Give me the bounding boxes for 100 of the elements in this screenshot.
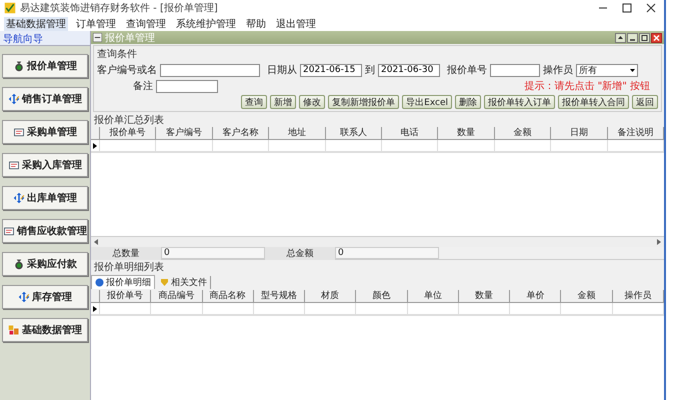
close-icon[interactable] xyxy=(646,3,656,13)
menu-item[interactable]: 退出管理 xyxy=(274,16,318,30)
table-cell[interactable] xyxy=(561,303,613,316)
table-cell[interactable] xyxy=(608,140,664,152)
field-label: 报价单号 xyxy=(447,64,487,77)
operator-dropdown[interactable]: 所有 xyxy=(576,64,638,76)
quote-number-field[interactable] xyxy=(490,64,540,76)
column-header[interactable]: 备注说明 xyxy=(608,127,664,140)
nav-button[interactable]: 报价单管理 xyxy=(2,54,88,78)
arrows-icon xyxy=(13,192,25,204)
table-cell[interactable] xyxy=(612,303,664,316)
collapse-icon[interactable] xyxy=(93,33,102,42)
form-icon xyxy=(3,225,15,237)
table-cell[interactable] xyxy=(408,303,459,316)
toolbar-button[interactable]: 查询 xyxy=(241,95,268,109)
column-header[interactable]: 单位 xyxy=(408,290,459,304)
table-cell[interactable] xyxy=(212,140,270,152)
menu-item[interactable]: 订单管理 xyxy=(74,16,118,30)
menu-item[interactable]: 系统维护管理 xyxy=(174,16,238,30)
column-header[interactable]: 单价 xyxy=(510,290,562,304)
child-window-title: 报价单管理 xyxy=(105,32,155,44)
menu-item[interactable]: 帮助 xyxy=(244,16,268,30)
maximize-icon[interactable] xyxy=(622,3,632,13)
nav-button[interactable]: 库存管理 xyxy=(2,285,88,309)
nav-button[interactable]: 采购单管理 xyxy=(2,120,88,144)
nav-button[interactable]: 销售应收款管理 xyxy=(2,219,88,243)
column-header[interactable]: 报价单号 xyxy=(100,127,156,140)
column-header[interactable]: 颜色 xyxy=(356,290,408,304)
column-header[interactable]: 数量 xyxy=(458,290,510,304)
table-cell[interactable] xyxy=(458,303,510,316)
table-cell[interactable] xyxy=(356,303,408,316)
toolbar-button[interactable]: 导出Excel xyxy=(402,95,452,109)
nav-button[interactable]: 采购入库管理 xyxy=(2,153,88,177)
table-cell[interactable] xyxy=(100,303,152,316)
app-logo-icon xyxy=(4,2,16,14)
toolbar-button[interactable]: 删除 xyxy=(455,95,481,109)
column-header[interactable]: 商品编号 xyxy=(151,290,203,304)
date-to-field[interactable]: 2021-06-30 xyxy=(378,64,440,76)
arrows-icon xyxy=(8,93,20,105)
column-header[interactable]: 客户编号 xyxy=(156,127,213,140)
table-cell[interactable] xyxy=(510,303,562,316)
blocks-icon xyxy=(8,324,20,336)
row-indicator[interactable] xyxy=(91,303,100,316)
column-header[interactable]: 操作员 xyxy=(612,290,664,304)
menu-item[interactable]: 基础数据管理 xyxy=(4,16,68,30)
toolbar-button[interactable]: 新增 xyxy=(270,95,296,109)
column-header[interactable]: 金额 xyxy=(494,127,552,140)
sidebar-title: 导航向导 xyxy=(0,31,90,46)
toolbar-button[interactable]: 复制新增报价单 xyxy=(328,95,400,109)
table-cell[interactable] xyxy=(202,303,254,316)
column-header[interactable]: 型号规格 xyxy=(254,290,306,304)
column-header[interactable]: 报价单号 xyxy=(100,290,152,304)
nav-button[interactable]: 基础数据管理 xyxy=(2,318,88,342)
restore-up-icon[interactable] xyxy=(615,32,626,42)
table-cell[interactable] xyxy=(438,140,495,152)
toolbar-button[interactable]: 报价单转入订单 xyxy=(484,95,555,109)
table-cell[interactable] xyxy=(305,303,356,316)
nav-button[interactable]: 采购应付款 xyxy=(2,252,88,276)
column-header[interactable]: 商品名称 xyxy=(202,290,254,304)
scroll-left-icon[interactable] xyxy=(93,239,99,246)
tab[interactable]: 报价单明细 xyxy=(91,275,155,290)
close-icon[interactable] xyxy=(651,32,662,42)
table-cell[interactable] xyxy=(551,140,608,152)
table-cell[interactable] xyxy=(151,303,203,316)
column-header[interactable]: 电话 xyxy=(382,127,438,140)
table-cell[interactable] xyxy=(269,140,326,152)
field-label: 客户编号或名 xyxy=(97,64,157,77)
toolbar-button[interactable]: 报价单转入合同 xyxy=(558,95,629,109)
column-header[interactable]: 材质 xyxy=(305,290,356,304)
group-title: 报价单汇总列表 xyxy=(93,114,165,127)
nav-button[interactable]: 出库单管理 xyxy=(2,186,88,210)
total-value: 0 xyxy=(335,247,439,260)
table-cell[interactable] xyxy=(156,140,213,152)
customer-field[interactable] xyxy=(160,64,260,76)
column-header[interactable]: 金额 xyxy=(561,290,613,304)
table-cell[interactable] xyxy=(382,140,438,152)
field-label: 备注 xyxy=(133,80,153,93)
maximize-icon[interactable] xyxy=(639,32,650,42)
column-header[interactable]: 地址 xyxy=(269,127,326,140)
tab[interactable]: 相关文件 xyxy=(157,276,211,289)
table-cell[interactable] xyxy=(254,303,306,316)
window-title: 易达建筑装饰进销存财务软件 - [报价单管理] xyxy=(20,2,218,15)
note-field[interactable] xyxy=(156,80,218,92)
menu-item[interactable]: 查询管理 xyxy=(124,16,168,30)
total-value: 0 xyxy=(161,247,265,260)
toolbar-button[interactable]: 修改 xyxy=(299,95,326,109)
column-header[interactable]: 数量 xyxy=(438,127,495,140)
toolbar-button[interactable]: 返回 xyxy=(632,95,658,109)
column-header[interactable]: 客户名称 xyxy=(212,127,270,140)
row-indicator[interactable] xyxy=(91,140,100,152)
column-header[interactable]: 日期 xyxy=(551,127,608,140)
date-from-field[interactable]: 2021-06-15 xyxy=(300,64,362,76)
minimize-icon[interactable] xyxy=(627,32,638,42)
table-cell[interactable] xyxy=(326,140,382,152)
table-cell[interactable] xyxy=(494,140,552,152)
nav-button[interactable]: 销售订单管理 xyxy=(2,87,88,111)
scroll-right-icon[interactable] xyxy=(656,239,662,246)
table-cell[interactable] xyxy=(100,140,156,152)
arrows-icon xyxy=(18,291,30,303)
column-header[interactable]: 联系人 xyxy=(326,127,382,140)
